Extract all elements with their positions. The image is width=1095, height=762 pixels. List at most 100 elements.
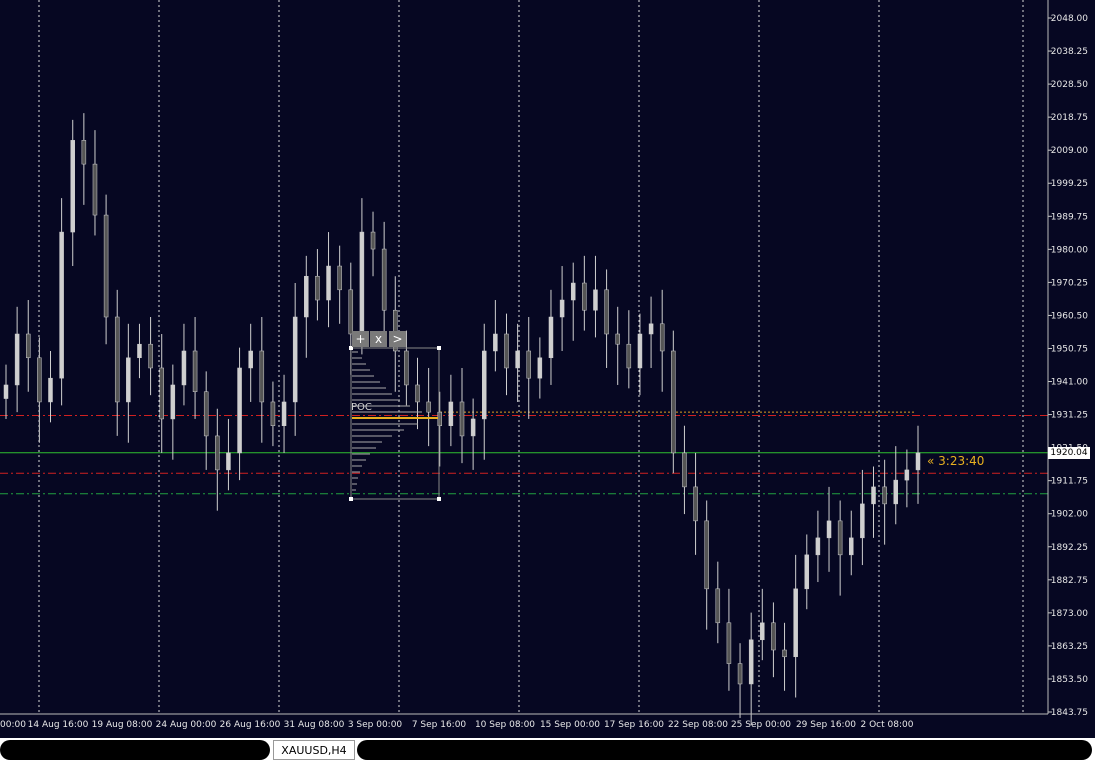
candle-body [804, 554, 810, 590]
candle-body [237, 367, 242, 454]
price-axis-label: 1911.75 [1051, 477, 1088, 487]
time-axis-label: 2 Oct 08:00 [861, 720, 914, 730]
candle-body [849, 537, 854, 556]
candle-body [292, 316, 298, 403]
candle-body [604, 289, 609, 335]
candle-body [348, 289, 354, 335]
time-axis-label: 29 Sep 16:00 [796, 720, 856, 730]
candle-body [248, 350, 253, 369]
candle-body [860, 503, 865, 539]
price-axis-label: 1989.75 [1051, 212, 1088, 222]
candle-body [748, 639, 754, 685]
candle-body [693, 486, 698, 522]
candle-body [871, 486, 876, 505]
time-axis-label: 7 Sep 16:00 [412, 720, 467, 730]
candle-body [181, 350, 187, 386]
candle-body [737, 663, 743, 685]
chart-tab-bar: XAUUSD,H4 [0, 738, 1095, 762]
candle-body [14, 333, 20, 386]
tab-bar-right-blank [357, 740, 1092, 760]
price-axis-label: 1853.50 [1051, 675, 1088, 685]
candle-body [281, 401, 287, 426]
candle-body [459, 401, 465, 437]
candle-body [504, 333, 509, 369]
volume-profile-close-button[interactable]: x [370, 331, 387, 347]
price-axis-label: 1863.25 [1051, 642, 1088, 652]
candle-body [704, 520, 709, 590]
candle-body [114, 316, 120, 403]
time-axis-label: 3 Sep 00:00 [348, 720, 403, 730]
candle-body [337, 265, 342, 291]
candle-body [659, 323, 665, 352]
candle-body [70, 140, 75, 233]
time-axis-label: 26 Aug 16:00 [220, 720, 281, 730]
candle-body [671, 350, 676, 454]
price-axis-label: 1960.50 [1051, 311, 1088, 321]
candle-body [315, 275, 320, 301]
candle-body [715, 588, 721, 624]
candle-body [526, 350, 531, 379]
time-axis-label: 31 Aug 08:00 [284, 720, 345, 730]
candle-body [326, 265, 331, 301]
time-axis-label: 19 Aug 08:00 [92, 720, 153, 730]
candle-body [37, 357, 42, 403]
price-axis-label: 2048.00 [1051, 14, 1088, 24]
candle-body [48, 377, 53, 403]
candle-body [682, 452, 687, 488]
tab-xauusd-h4[interactable]: XAUUSD,H4 [273, 740, 355, 760]
candle-body [548, 316, 554, 359]
candle-body [270, 401, 276, 426]
candle-body [637, 333, 643, 369]
time-axis-label: 10 Sep 08:00 [475, 720, 535, 730]
candle-body [793, 588, 798, 658]
candle-body [81, 140, 87, 165]
price-axis-label: 2028.50 [1051, 80, 1088, 90]
price-axis-label: 1892.25 [1051, 543, 1088, 553]
candle-body [593, 289, 598, 311]
candle-body [226, 452, 231, 471]
candle-body [771, 622, 776, 651]
time-axis-label: 25 Sep 00:00 [731, 720, 791, 730]
candle-body [381, 248, 387, 311]
candle-body [103, 214, 109, 318]
price-axis-label: 1950.75 [1051, 344, 1088, 354]
volume-profile-add-button[interactable]: + [352, 331, 369, 347]
candle-body [760, 622, 765, 641]
price-axis-label: 1902.00 [1051, 510, 1088, 520]
volume-profile-handle [349, 497, 353, 501]
candle-body [648, 323, 654, 335]
candle-body [559, 299, 565, 318]
price-axis-label: 1980.00 [1051, 245, 1088, 255]
candle-body [404, 350, 409, 386]
time-axis-label: 14 Aug 16:00 [28, 720, 89, 730]
candle-body [582, 282, 587, 311]
candle-body [615, 333, 620, 345]
candle-body [882, 486, 887, 505]
time-axis-label: 15 Sep 00:00 [540, 720, 600, 730]
candle-body [470, 418, 476, 437]
candle-body [215, 435, 220, 471]
candle-body [515, 350, 520, 369]
price-axis-label: 1843.75 [1051, 708, 1088, 718]
candle-body [59, 231, 64, 379]
current-price-label: 1920.04 [1048, 447, 1090, 459]
candle-body [481, 350, 487, 420]
price-axis-label: 1941.00 [1051, 378, 1088, 388]
candle-body [92, 163, 98, 216]
price-axis-label: 1931.25 [1051, 411, 1088, 421]
candle-body [426, 401, 431, 413]
bar-countdown: « 3:23:40 [927, 454, 985, 468]
candle-body [570, 282, 576, 301]
candle-body [370, 231, 376, 250]
candle-body [170, 384, 176, 420]
candle-body [915, 452, 921, 471]
chart-area[interactable]: 2048.00 2038.25 2028.50 2018.75 2009.00 1999.… [0, 0, 1095, 738]
time-axis-label: 22 Sep 08:00 [668, 720, 728, 730]
candle-body [893, 479, 899, 505]
time-axis-label: 24 Aug 00:00 [156, 720, 217, 730]
volume-profile-next-button[interactable]: > [389, 331, 406, 347]
price-chart[interactable]: 2048.00 2038.25 2028.50 2018.75 2009.00 1999.… [0, 0, 1095, 738]
candle-body [192, 350, 198, 393]
candle-body [493, 333, 498, 352]
volume-profile-handle [437, 497, 441, 501]
